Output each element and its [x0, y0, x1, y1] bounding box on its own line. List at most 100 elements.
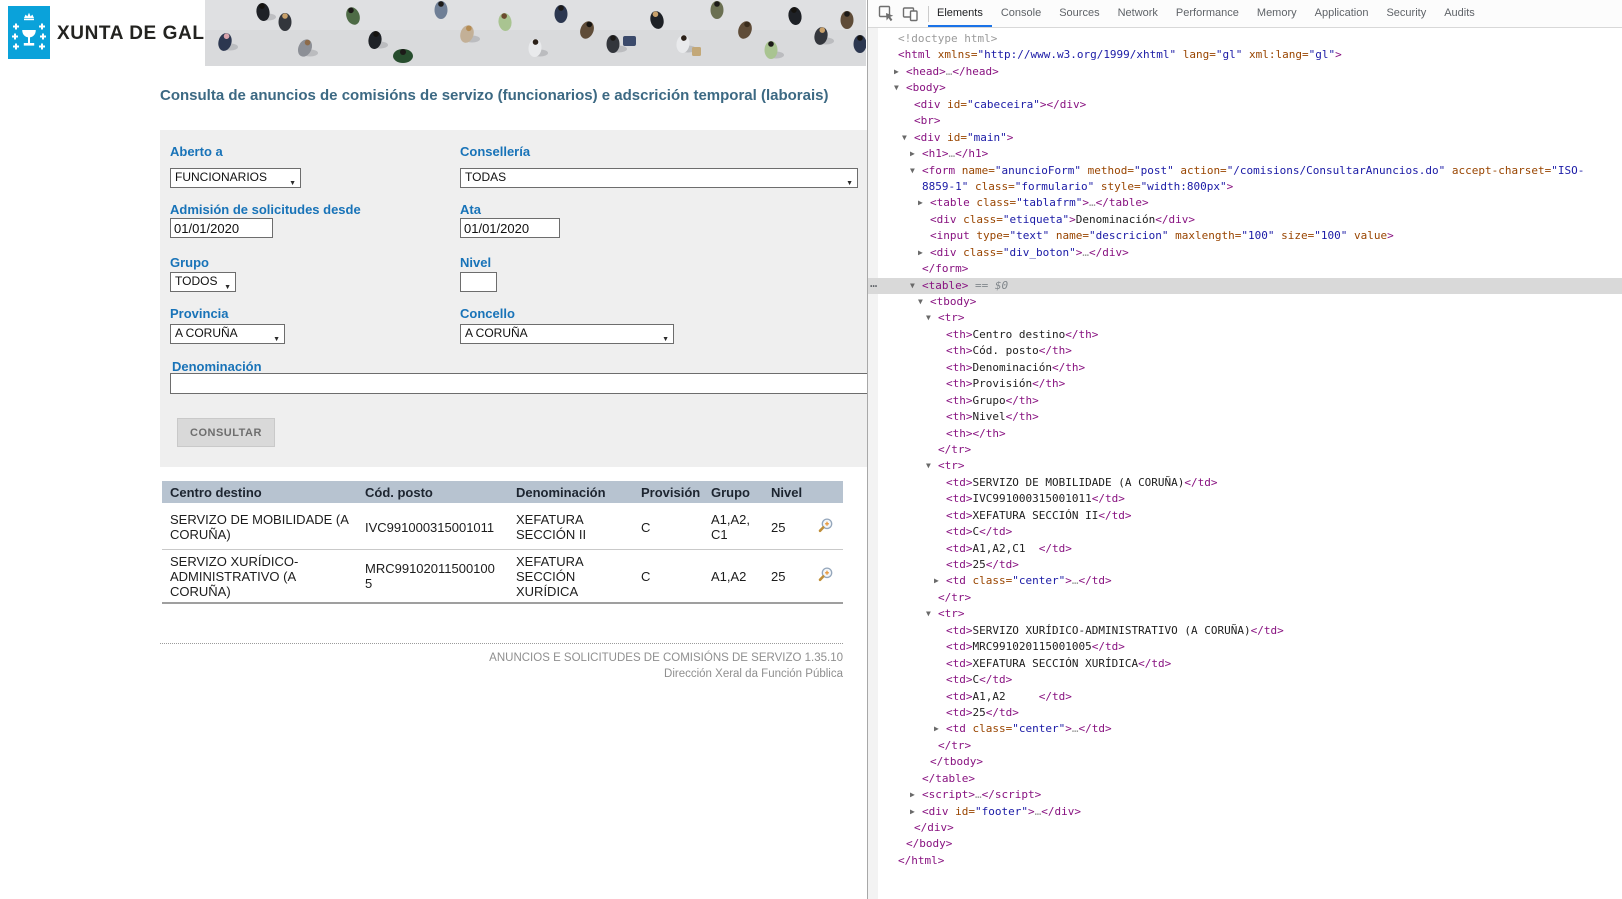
- devtools-tree-line[interactable]: <br>: [868, 113, 1622, 129]
- devtools-tree-line[interactable]: ▼ <tr>: [868, 606, 1622, 622]
- tab-security[interactable]: Security: [1377, 0, 1435, 27]
- devtools-tree-line[interactable]: <td>A1,A2 </td>: [868, 689, 1622, 705]
- devtools-tree-line[interactable]: <td>XEFATURA SECCIÓN XURÍDICA</td>: [868, 656, 1622, 672]
- nivel-input[interactable]: [460, 272, 497, 292]
- devtools-tree-line[interactable]: <html xmlns="http://www.w3.org/1999/xhtm…: [868, 47, 1622, 63]
- devtools-tree-line[interactable]: </table>: [868, 771, 1622, 787]
- collapse-arrow-icon[interactable]: ▼: [918, 297, 923, 307]
- collapse-arrow-icon[interactable]: ▼: [910, 166, 915, 176]
- devtools-tree-line[interactable]: <div id="cabeceira"></div>: [868, 97, 1622, 113]
- expand-arrow-icon[interactable]: ▶: [910, 790, 915, 800]
- tab-performance[interactable]: Performance: [1167, 0, 1248, 27]
- devtools-tree-line[interactable]: <td>C</td>: [868, 524, 1622, 540]
- devtools-tree-line[interactable]: </html>: [868, 853, 1622, 869]
- devtools-tree-line[interactable]: <td>XEFATURA SECCIÓN II</td>: [868, 508, 1622, 524]
- collapse-arrow-icon[interactable]: ▼: [926, 609, 931, 619]
- devtools-tree-line[interactable]: ▶ <h1>…</h1>: [868, 146, 1622, 162]
- tab-sources[interactable]: Sources: [1050, 0, 1108, 27]
- collapse-arrow-icon[interactable]: ▼: [894, 83, 899, 93]
- concello-select[interactable]: A CORUÑA ▼: [460, 324, 674, 344]
- devtools-tree-line[interactable]: ▼ <div id="main">: [868, 130, 1622, 146]
- magnifier-plus-icon[interactable]: [817, 517, 834, 537]
- devtools-tree-line[interactable]: <td>SERVIZO XURÍDICO-ADMINISTRATIVO (A C…: [868, 623, 1622, 639]
- devtools-tree-line[interactable]: <div class="etiqueta">Denominación</div>: [868, 212, 1622, 228]
- code-token: >: [1082, 196, 1089, 210]
- devtools-tree-line[interactable]: 8859-1" class="formulario" style="width:…: [868, 179, 1622, 195]
- tab-memory[interactable]: Memory: [1248, 0, 1306, 27]
- aberto-a-select[interactable]: FUNCIONARIOS ▼: [170, 168, 301, 188]
- devtools-tree-line[interactable]: ▼ <tbody>: [868, 294, 1622, 310]
- tab-console[interactable]: Console: [992, 0, 1050, 27]
- devtools-tree-line[interactable]: <th>Centro destino</th>: [868, 327, 1622, 343]
- device-toolbar-icon[interactable]: [900, 4, 920, 24]
- overflow-menu-icon[interactable]: …: [870, 275, 878, 291]
- devtools-tree-line[interactable]: </tbody>: [868, 754, 1622, 770]
- expand-arrow-icon[interactable]: ▶: [910, 149, 915, 159]
- devtools-tree-line[interactable]: <th>Nivel</th>: [868, 409, 1622, 425]
- devtools-tree-line[interactable]: ▼ <form name="anuncioForm" method="post" …: [868, 163, 1622, 179]
- devtools-tree-line[interactable]: ▶ <script>…</script>: [868, 787, 1622, 803]
- devtools-tree-line[interactable]: ▶ <head>…</head>: [868, 64, 1622, 80]
- devtools-tree-line[interactable]: ▼ <tr>: [868, 310, 1622, 326]
- devtools-tree-line[interactable]: <td>C</td>: [868, 672, 1622, 688]
- code-token: <td>: [946, 689, 973, 703]
- collapse-arrow-icon[interactable]: ▼: [910, 281, 915, 291]
- xunta-logo[interactable]: [8, 6, 50, 59]
- devtools-tree-line[interactable]: <td>SERVIZO DE MOBILIDADE (A CORUÑA)</td…: [868, 475, 1622, 491]
- tab-network[interactable]: Network: [1109, 0, 1167, 27]
- expand-arrow-icon[interactable]: ▶: [894, 67, 899, 77]
- devtools-tree-line[interactable]: ▼ <tr>: [868, 458, 1622, 474]
- tab-elements[interactable]: Elements: [928, 0, 992, 27]
- magnifier-plus-icon[interactable]: [817, 566, 834, 586]
- expand-arrow-icon[interactable]: ▶: [918, 198, 923, 208]
- expand-arrow-icon[interactable]: ▶: [934, 724, 939, 734]
- collapse-arrow-icon[interactable]: ▼: [926, 461, 931, 471]
- devtools-tree-line[interactable]: <td>25</td>: [868, 705, 1622, 721]
- code-token: <div: [922, 804, 949, 818]
- devtools-tree-line[interactable]: ▶ <div class="div_boton">…</div>: [868, 245, 1622, 261]
- inspect-element-icon[interactable]: [876, 4, 896, 24]
- collapse-arrow-icon[interactable]: ▼: [902, 133, 907, 143]
- devtools-tree-line[interactable]: <td>IVC991000315001011</td>: [868, 491, 1622, 507]
- results-cell: A1,A2: [703, 549, 763, 604]
- devtools-tree-line[interactable]: <!doctype html>: [868, 31, 1622, 47]
- devtools-tree-line[interactable]: </form>: [868, 261, 1622, 277]
- devtools-tree-line[interactable]: <input type="text" name="descricion" max…: [868, 228, 1622, 244]
- expand-arrow-icon[interactable]: ▶: [934, 576, 939, 586]
- collapse-arrow-icon[interactable]: ▼: [926, 313, 931, 323]
- devtools-tree-line[interactable]: ▶ <div id="footer">…</div>: [868, 804, 1622, 820]
- admision-desde-input[interactable]: [170, 218, 273, 238]
- devtools-tree-line[interactable]: </body>: [868, 836, 1622, 852]
- devtools-tree-line[interactable]: </tr>: [868, 590, 1622, 606]
- provincia-select[interactable]: A CORUÑA ▼: [170, 324, 285, 344]
- tab-application[interactable]: Application: [1306, 0, 1378, 27]
- conselleria-select[interactable]: TODAS ▼: [460, 168, 858, 188]
- tab-audits[interactable]: Audits: [1435, 0, 1484, 27]
- devtools-tree-line[interactable]: <td>A1,A2,C1 </td>: [868, 541, 1622, 557]
- devtools-tree-line[interactable]: ▶ <table class="tablafrm">…</table>: [868, 195, 1622, 211]
- code-token: "ISO-: [1551, 163, 1585, 177]
- expand-arrow-icon[interactable]: ▶: [918, 248, 923, 258]
- devtools-tree-line[interactable]: <th>Provisión</th>: [868, 376, 1622, 392]
- devtools-tree-line[interactable]: <th>Grupo</th>: [868, 393, 1622, 409]
- devtools-tree-line[interactable]: ▶ <td class="center">…</td>: [868, 573, 1622, 589]
- devtools-tree-line[interactable]: </div>: [868, 820, 1622, 836]
- consultar-button[interactable]: CONSULTAR: [177, 418, 275, 447]
- devtools-tree-line[interactable]: </tr>: [868, 442, 1622, 458]
- devtools-tree-line[interactable]: ▶ <td class="center">…</td>: [868, 721, 1622, 737]
- code-token: </td>: [1078, 574, 1112, 588]
- code-token: <table>: [922, 278, 969, 292]
- devtools-tree-line[interactable]: <th></th>: [868, 426, 1622, 442]
- devtools-tree-line[interactable]: ▼ <body>: [868, 80, 1622, 96]
- devtools-tree-line[interactable]: </tr>: [868, 738, 1622, 754]
- devtools-tree-line[interactable]: <th>Cód. posto</th>: [868, 343, 1622, 359]
- denominacion-input[interactable]: [170, 373, 867, 394]
- grupo-select[interactable]: TODOS ▼: [170, 272, 236, 292]
- devtools-tree-line[interactable]: <td>25</td>: [868, 557, 1622, 573]
- devtools-tree-line[interactable]: <td>MRC991020115001005</td>: [868, 639, 1622, 655]
- expand-arrow-icon[interactable]: ▶: [910, 807, 915, 817]
- code-token: 8859-1": [922, 179, 969, 193]
- devtools-tree-line[interactable]: … ▼ <table> == $0: [868, 275, 1622, 294]
- devtools-tree-line[interactable]: <th>Denominación</th>: [868, 360, 1622, 376]
- ata-input[interactable]: [460, 218, 560, 238]
